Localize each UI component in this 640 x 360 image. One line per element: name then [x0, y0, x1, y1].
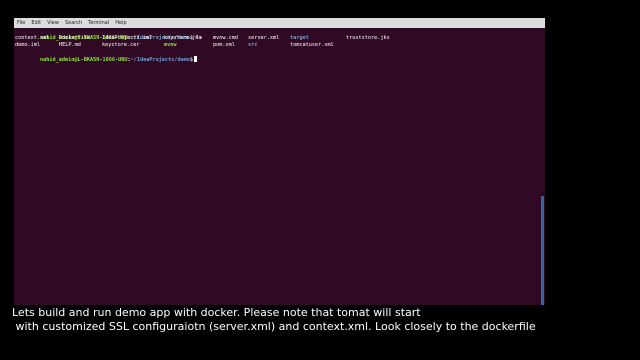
active-prompt-line: nahid_admin@L-BKASH-1866-UBU:~/IdeaProje…	[15, 49, 539, 63]
subtitle-line-1: Lets build and run demo app with docker.…	[12, 306, 421, 319]
video-subtitle: Lets build and run demo app with docker.…	[0, 306, 640, 334]
listing-entry-directory: src	[248, 42, 258, 48]
menu-terminal[interactable]: Terminal	[85, 18, 112, 28]
listing-row: demo.iml HELP.md keystore.cer mvnw pom.x…	[15, 42, 539, 49]
terminal-scrollbar[interactable]	[539, 28, 545, 305]
menu-help[interactable]: Help	[112, 18, 129, 28]
listing-entry: truststore.jks	[346, 35, 390, 41]
command-line: nahid_admin@L-BKASH-1866-UBU:~/IdeaProje…	[15, 28, 539, 41]
listing-entry: HELP.md	[59, 42, 81, 48]
prompt-path: ~/IdeaProjects/demo	[130, 57, 190, 63]
terminal-output[interactable]: nahid_admin@L-BKASH-1866-UBU:~/IdeaProje…	[15, 28, 539, 305]
prompt-user-host: nahid_admin@L-BKASH-1866-UBU	[40, 57, 128, 63]
listing-entry: tomcatuser.xml	[290, 42, 334, 48]
listing-entry: pom.xml	[213, 42, 235, 48]
subtitle-line-2: with customized SSL configuraiotn (serve…	[12, 320, 536, 333]
listing-entry: keystore.jks	[164, 35, 202, 41]
menu-file[interactable]: File	[14, 18, 28, 28]
terminal-window: File Edit View Search Terminal Help nahi…	[14, 18, 545, 305]
listing-entry-directory: target	[290, 35, 309, 41]
scrollbar-thumb[interactable]	[541, 196, 544, 305]
prompt-dollar: $	[189, 57, 194, 63]
listing-entry: IdeaProjects.iml	[102, 35, 152, 41]
menu-edit[interactable]: Edit	[28, 18, 44, 28]
listing-row: context.xml Dockerfile IdeaProjects.iml …	[15, 35, 539, 42]
listing-entry: keystore.cer	[102, 42, 140, 48]
listing-entry: context.xml	[15, 35, 50, 41]
menu-search[interactable]: Search	[62, 18, 85, 28]
listing-entry: Dockerfile	[59, 35, 91, 41]
listing-entry-executable: mvnw	[164, 42, 177, 48]
video-frame: File Edit View Search Terminal Help nahi…	[0, 0, 640, 360]
text-cursor	[194, 56, 198, 62]
listing-entry: mvnw.cmd	[213, 35, 238, 41]
listing-entry: server.xml	[248, 35, 280, 41]
menu-view[interactable]: View	[44, 18, 62, 28]
terminal-menubar: File Edit View Search Terminal Help	[14, 18, 545, 28]
listing-entry: demo.iml	[15, 42, 40, 48]
